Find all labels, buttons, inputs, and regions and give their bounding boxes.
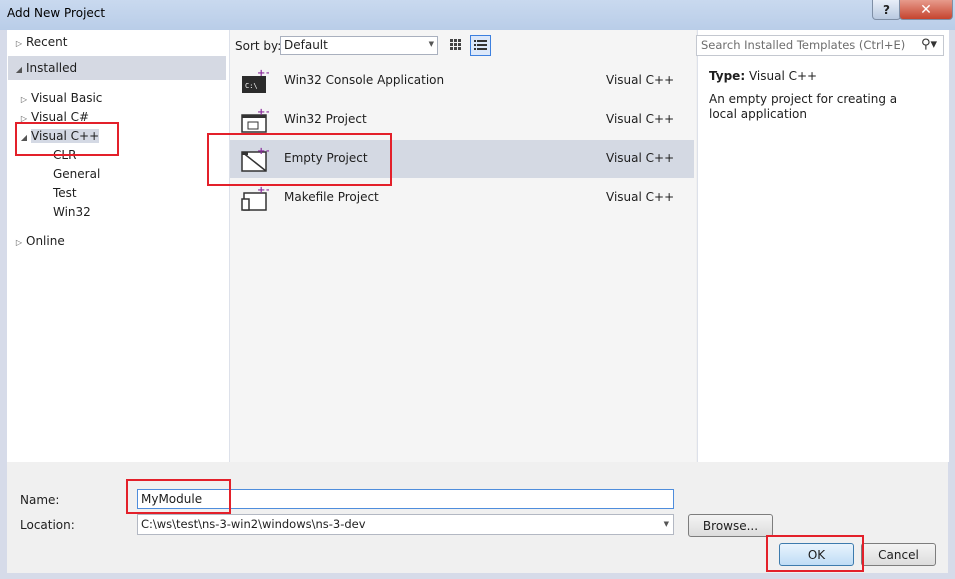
medium-icons-view-icon[interactable] (447, 36, 464, 53)
template-row-win32-console[interactable]: C:\ ++ Win32 Console Application Visual C… (230, 62, 694, 100)
search-box[interactable]: Search Installed Templates (Ctrl+E) ⚲▾ (696, 35, 944, 56)
nav-general[interactable]: General (53, 165, 100, 183)
template-name: Makefile Project (284, 190, 379, 204)
win32-project-icon: ++ (241, 107, 274, 133)
highlight-box-empty-project (207, 133, 392, 186)
template-language: Visual C++ (606, 190, 675, 204)
template-description: An empty project for creating a local ap… (709, 92, 898, 121)
expand-arrow-icon[interactable]: ▷ (12, 35, 26, 53)
makefile-project-icon: ++ (241, 185, 274, 211)
nav-online[interactable]: ▷ Online (12, 232, 65, 250)
template-language: Visual C++ (606, 73, 675, 87)
dropdown-arrow-icon: ▼ (428, 40, 434, 48)
template-language: Visual C++ (606, 151, 675, 165)
nav-win32[interactable]: Win32 (53, 203, 91, 221)
svg-text:++: ++ (257, 68, 269, 79)
template-name: Win32 Project (284, 112, 367, 126)
nav-visual-basic-label: Visual Basic (31, 91, 103, 105)
search-icon[interactable]: ⚲▾ (921, 37, 937, 52)
location-label: Location: (20, 518, 75, 532)
template-language: Visual C++ (606, 112, 675, 126)
close-button[interactable]: ✕ (899, 0, 953, 20)
nav-visual-basic[interactable]: ▷ Visual Basic (17, 89, 103, 109)
list-view-icon[interactable] (470, 35, 491, 56)
expand-arrow-icon[interactable]: ▷ (17, 91, 31, 109)
svg-text:++: ++ (257, 107, 269, 118)
nav-installed[interactable]: ◢ Installed (12, 59, 77, 77)
search-placeholder: Search Installed Templates (Ctrl+E) (701, 38, 906, 52)
svg-text:C:\: C:\ (245, 82, 258, 90)
nav-test[interactable]: Test (53, 184, 77, 202)
nav-online-label: Online (26, 234, 65, 248)
highlight-box-ok (766, 535, 864, 572)
sort-select[interactable]: Default ▼ (280, 36, 438, 55)
title-bar (0, 0, 955, 30)
sort-value: Default (284, 38, 328, 52)
svg-text:++: ++ (257, 185, 269, 196)
cancel-button[interactable]: Cancel (861, 543, 936, 566)
help-button[interactable]: ? (872, 0, 901, 20)
template-name: Win32 Console Application (284, 73, 445, 87)
type-value: Visual C++ (748, 69, 818, 83)
nav-installed-label: Installed (26, 61, 78, 75)
collapse-arrow-icon[interactable]: ◢ (12, 61, 26, 79)
window-title: Add New Project (7, 6, 106, 20)
type-label: Type: (709, 69, 746, 83)
nav-recent[interactable]: ▷ Recent (12, 33, 68, 53)
highlight-box-visual-cpp (15, 122, 119, 156)
browse-button[interactable]: Browse... (688, 514, 773, 537)
console-app-icon: C:\ ++ (241, 68, 274, 94)
name-label: Name: (20, 493, 60, 507)
expand-arrow-icon[interactable]: ▷ (12, 234, 26, 252)
dropdown-arrow-icon[interactable]: ▼ (664, 520, 669, 528)
location-input[interactable]: C:\ws\test\ns-3-win2\windows\ns-3-dev ▼ (137, 514, 674, 535)
nav-recent-label: Recent (26, 35, 68, 49)
sort-label: Sort by: (235, 39, 282, 53)
location-value: C:\ws\test\ns-3-win2\windows\ns-3-dev (141, 517, 366, 531)
highlight-box-name (126, 479, 231, 514)
type-line: Type: Visual C++ (709, 69, 817, 83)
